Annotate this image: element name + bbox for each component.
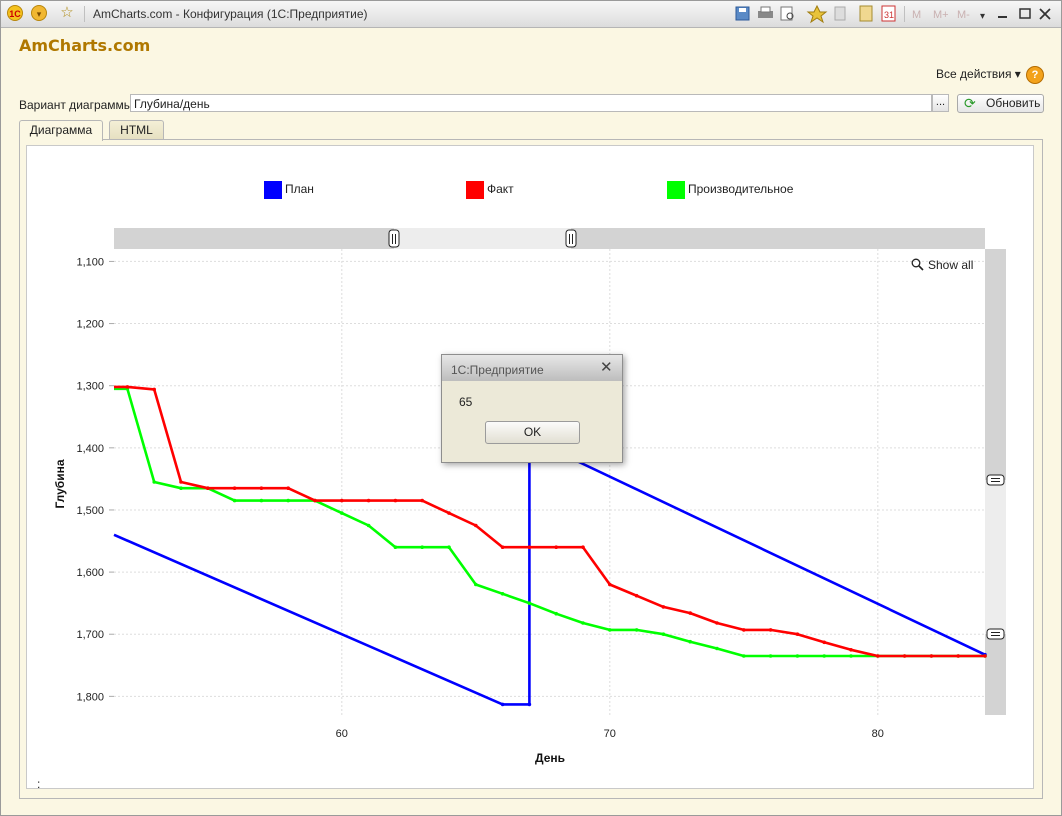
data-point-fact <box>152 387 156 392</box>
data-point-fact <box>929 654 934 658</box>
x-scrollbar-thumb[interactable] <box>394 228 571 249</box>
data-point-productive <box>259 498 264 503</box>
data-point-fact <box>742 628 746 632</box>
data-point-fact <box>902 654 907 658</box>
show-all-button[interactable]: Show all <box>911 258 973 272</box>
data-point-productive <box>634 628 639 632</box>
data-point-fact <box>688 611 692 615</box>
data-point-productive <box>500 592 505 596</box>
data-point-productive <box>608 628 612 632</box>
data-point-fact <box>366 498 371 503</box>
data-point-productive <box>795 654 800 658</box>
data-point-fact <box>393 498 398 503</box>
data-point-productive <box>688 639 692 644</box>
data-point-productive <box>179 486 183 491</box>
y-tick-label: 1,200 <box>76 319 104 331</box>
x-tick-label: 70 <box>604 728 616 740</box>
data-point-productive <box>661 632 666 636</box>
data-point-fact <box>983 654 987 658</box>
chart-grid <box>114 249 985 715</box>
data-point-fact <box>313 498 317 503</box>
zoom-icon <box>911 258 921 268</box>
x-tick-label: 60 <box>336 728 348 740</box>
data-point-fact <box>768 628 773 632</box>
data-point-productive <box>849 654 853 658</box>
data-point-fact <box>179 480 183 484</box>
y-axis-label: Глубина <box>53 459 67 508</box>
x-scrollbar-left-grip[interactable] <box>388 229 400 248</box>
data-point-fact <box>876 654 880 658</box>
data-point-productive <box>232 498 237 503</box>
data-point-fact <box>500 545 505 549</box>
data-point-fact <box>474 523 478 528</box>
data-point-fact <box>608 582 612 587</box>
data-point-productive <box>768 654 773 658</box>
data-point-productive <box>420 545 425 549</box>
data-point-fact <box>527 545 532 549</box>
data-point-fact <box>447 511 451 515</box>
dialog-message: 65 <box>459 395 473 409</box>
data-point-productive <box>715 646 719 651</box>
data-point-fact <box>554 545 558 549</box>
data-point-productive <box>447 545 451 549</box>
data-point-productive <box>474 582 478 587</box>
data-point-fact <box>420 498 425 503</box>
data-point-fact <box>581 545 585 549</box>
data-point-productive <box>581 621 585 625</box>
data-point-productive <box>152 480 156 484</box>
series-line-plan <box>113 437 986 706</box>
data-point-productive <box>742 654 746 658</box>
data-point-plan <box>527 702 532 707</box>
y-tick-label: 1,100 <box>76 256 104 268</box>
y-scrollbar-thumb[interactable] <box>985 480 1006 634</box>
data-point-productive <box>527 601 532 605</box>
data-point-fact <box>849 648 853 652</box>
show-all-label: Show all <box>928 258 973 272</box>
data-point-productive <box>554 611 558 616</box>
data-point-fact <box>634 593 639 598</box>
ok-button[interactable]: OK <box>485 421 580 444</box>
close-icon[interactable]: ✕ <box>600 360 613 375</box>
data-point-fact <box>206 486 210 491</box>
data-point-fact <box>286 486 291 491</box>
y-axis-ticks: 1,100 1,200 1,300 1,400 1,500 1,600 1,700 1,800 <box>76 256 114 703</box>
data-point-fact <box>232 486 237 491</box>
data-point-fact <box>956 654 960 658</box>
x-tick-label: 80 <box>872 728 884 740</box>
y-tick-label: 1,600 <box>76 567 104 579</box>
y-tick-label: 1,500 <box>76 505 104 517</box>
data-point-productive <box>286 498 291 503</box>
y-tick-label: 1,400 <box>76 443 104 455</box>
data-point-productive <box>822 654 826 658</box>
y-tick-label: 1,800 <box>76 691 104 703</box>
message-dialog: 1С:Предприятие ✕ 65 OK <box>441 354 623 463</box>
x-scrollbar-right-grip[interactable] <box>565 229 577 248</box>
data-point-fact <box>795 632 800 636</box>
x-axis-label: День <box>535 751 565 765</box>
data-point-productive <box>393 545 398 549</box>
data-point-fact <box>340 498 344 503</box>
y-scrollbar-bottom-grip[interactable] <box>986 628 1005 640</box>
data-point-plan <box>500 702 505 707</box>
tab-diagram[interactable]: Диаграмма <box>19 120 103 141</box>
y-tick-label: 1,300 <box>76 381 104 393</box>
data-point-fact <box>259 486 264 491</box>
footer-text: : <box>37 777 41 791</box>
y-scrollbar-top-grip[interactable] <box>986 474 1005 486</box>
data-point-fact <box>822 640 826 645</box>
data-point-fact <box>715 621 719 625</box>
data-point-fact <box>125 385 130 389</box>
x-axis-ticks: 60 70 80 <box>336 728 884 740</box>
y-tick-label: 1,700 <box>76 629 104 641</box>
data-point-productive <box>340 511 344 515</box>
dialog-header: 1С:Предприятие ✕ <box>442 355 622 381</box>
data-point-fact <box>661 605 666 609</box>
data-point-productive <box>366 523 371 528</box>
dialog-title: 1С:Предприятие <box>451 363 544 377</box>
